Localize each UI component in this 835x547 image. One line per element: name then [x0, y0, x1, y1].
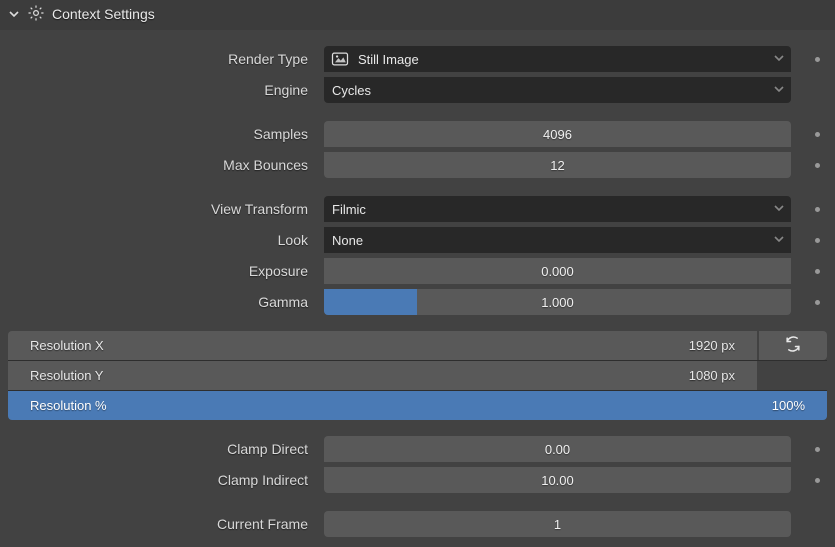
- anim-dot[interactable]: [815, 478, 820, 483]
- resolution-x-field[interactable]: Resolution X 1920 px: [8, 331, 757, 360]
- render-type-value: Still Image: [358, 52, 419, 67]
- render-type-label: Render Type: [8, 51, 308, 67]
- look-select[interactable]: None: [324, 227, 791, 253]
- clamp-indirect-label: Clamp Indirect: [8, 472, 308, 488]
- current-frame-label: Current Frame: [8, 516, 308, 532]
- gamma-label: Gamma: [8, 294, 308, 310]
- samples-field[interactable]: 4096: [324, 121, 791, 147]
- swap-icon: [783, 334, 803, 357]
- anim-dot[interactable]: [815, 207, 820, 212]
- anim-dot[interactable]: [815, 132, 820, 137]
- panel-body: Render Type Still Image Engine Cycles: [0, 30, 835, 547]
- engine-value: Cycles: [332, 83, 371, 98]
- look-label: Look: [8, 232, 308, 248]
- bounces-label: Max Bounces: [8, 157, 308, 173]
- look-value: None: [332, 233, 363, 248]
- chevron-down-icon: [773, 52, 785, 67]
- exposure-label: Exposure: [8, 263, 308, 279]
- resolution-percent-field[interactable]: Resolution % 100%: [8, 391, 827, 420]
- resolution-y-label: Resolution Y: [30, 368, 103, 383]
- bounces-value: 12: [550, 158, 564, 173]
- chevron-down-icon: [773, 202, 785, 217]
- anim-dot[interactable]: [815, 269, 820, 274]
- chevron-down-icon: [8, 8, 20, 20]
- resolution-percent-label: Resolution %: [30, 398, 107, 413]
- view-transform-select[interactable]: Filmic: [324, 196, 791, 222]
- chevron-down-icon: [773, 83, 785, 98]
- panel-header[interactable]: Context Settings: [0, 0, 835, 30]
- samples-label: Samples: [8, 126, 308, 142]
- current-frame-field[interactable]: 1: [324, 511, 791, 537]
- exposure-value: 0.000: [541, 264, 574, 279]
- exposure-slider[interactable]: 0.000: [324, 258, 791, 284]
- clamp-indirect-field[interactable]: 10.00: [324, 467, 791, 493]
- anim-dot[interactable]: [815, 238, 820, 243]
- resolution-y-field[interactable]: Resolution Y 1080 px: [8, 361, 757, 390]
- swap-resolution-button[interactable]: [759, 331, 827, 360]
- anim-dot[interactable]: [815, 300, 820, 305]
- gamma-slider[interactable]: 1.000: [324, 289, 791, 315]
- gamma-value: 1.000: [541, 295, 574, 310]
- resolution-percent-value: 100%: [772, 398, 805, 413]
- bounces-field[interactable]: 12: [324, 152, 791, 178]
- resolution-y-value: 1080 px: [689, 368, 735, 383]
- clamp-indirect-value: 10.00: [541, 473, 574, 488]
- settings-gear-icon: [27, 4, 45, 25]
- samples-value: 4096: [543, 127, 572, 142]
- render-type-select[interactable]: Still Image: [324, 46, 791, 72]
- clamp-direct-field[interactable]: 0.00: [324, 436, 791, 462]
- anim-dot[interactable]: [815, 447, 820, 452]
- panel-title: Context Settings: [52, 6, 155, 22]
- chevron-down-icon: [773, 233, 785, 248]
- anim-dot[interactable]: [815, 163, 820, 168]
- clamp-direct-label: Clamp Direct: [8, 441, 308, 457]
- resolution-x-value: 1920 px: [689, 338, 735, 353]
- view-transform-label: View Transform: [8, 201, 308, 217]
- clamp-direct-value: 0.00: [545, 442, 570, 457]
- engine-label: Engine: [8, 82, 308, 98]
- engine-select[interactable]: Cycles: [324, 77, 791, 103]
- still-image-icon: [328, 48, 352, 70]
- current-frame-value: 1: [554, 517, 561, 532]
- anim-dot[interactable]: [815, 57, 820, 62]
- resolution-x-label: Resolution X: [30, 338, 104, 353]
- view-transform-value: Filmic: [332, 202, 366, 217]
